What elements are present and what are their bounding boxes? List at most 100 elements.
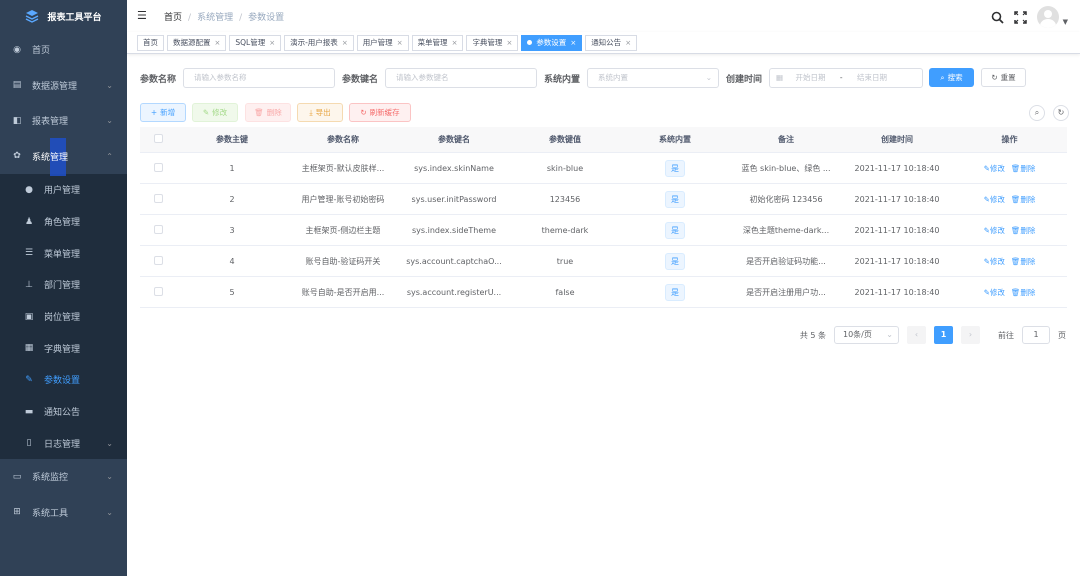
sidebar-item-label: 岗位管理 [44,313,81,324]
prev-page-button[interactable]: ‹ [907,326,926,344]
close-icon[interactable]: × [452,39,458,47]
close-icon[interactable]: × [506,39,512,47]
database-icon: ▤ [12,80,22,91]
app-logo[interactable]: 报表工具平台 [0,0,127,32]
sidebar-item-notice[interactable]: ▬ 通知公告 [0,396,127,428]
row-delete-link[interactable]: 🗑删除 [1011,288,1036,297]
submenu-system: ● 用户管理 ♟ 角色管理 ☰ 菜单管理 ⊥ 部门管理 ▣ 岗位管理 ▦ 字典管理 ✎ 参数设… [0,174,127,460]
row-delete-label: 删除 [1020,163,1036,173]
tag-config[interactable]: 参数设置 × [521,34,583,51]
sidebar-item-report[interactable]: ◧ 报表管理 ⌄ [0,103,127,139]
select-all-checkbox[interactable] [153,134,163,143]
close-icon[interactable]: × [342,39,348,47]
row-edit-link[interactable]: ✎修改 [984,164,1005,173]
date-range-picker[interactable]: ▦ 开始日期 - 结束日期 [769,68,923,88]
sidebar-item-monitor[interactable]: ▭ 系统监控 ⌄ [0,459,127,495]
row-checkbox[interactable] [153,286,163,296]
row-delete-link[interactable]: 🗑删除 [1011,226,1036,235]
reset-button[interactable]: ↻ 重置 [981,68,1026,87]
sidebar-item-label: 报表管理 [32,117,69,128]
tag-notice[interactable]: 通知公告 × [585,34,638,51]
sidebar-item-system[interactable]: ✿ 系统管理 ⌃ [0,139,127,175]
tag-user-report[interactable]: 演示-用户报表 × [284,34,354,51]
tag-datasource[interactable]: 数据源配置 × [167,34,227,51]
sidebar-item-dept[interactable]: ⊥ 部门管理 [0,269,127,301]
refresh-icon: ↻ [360,108,367,117]
chevron-down-icon: ⌄ [106,507,113,517]
row-edit-link[interactable]: ✎修改 [984,195,1005,204]
export-label: 导出 [315,108,331,117]
sidebar-item-dict[interactable]: ▦ 字典管理 [0,332,127,364]
delete-button[interactable]: 🗑 删除 [245,103,291,122]
tag-user[interactable]: 用户管理 × [356,34,409,51]
sidebar-item-menu[interactable]: ☰ 菜单管理 [0,237,127,269]
sidebar-item-home[interactable]: ◉ 首页 [0,32,127,68]
fullscreen-icon[interactable] [1013,10,1027,24]
cell-time: 2021-11-17 10:18:40 [854,163,940,173]
search-form: 参数名称 请输入参数名称 参数键名 请输入参数键名 系统内置 系统内置 ⌄ 创建时… [140,68,1070,88]
row-checkbox[interactable] [153,162,163,172]
row-edit-link[interactable]: ✎修改 [984,288,1005,297]
avatar[interactable] [1036,6,1059,28]
caret-down-icon[interactable]: ▼ [1063,18,1068,26]
cell-actions: ✎修改 🗑删除 [952,256,1067,267]
refresh-list-icon[interactable]: ↻ [1053,105,1069,121]
row-checkbox[interactable] [153,224,163,234]
row-checkbox[interactable] [153,193,163,203]
sidebar-item-datasource[interactable]: ▤ 数据源管理 ⌄ [0,68,127,104]
sidebar-item-label: 部门管理 [44,281,81,292]
page-size-select[interactable]: 10条/页 ⌄ [834,326,899,344]
sidebar-item-post[interactable]: ▣ 岗位管理 [0,301,127,333]
close-icon[interactable]: × [625,39,631,47]
select-placeholder: 系统内置 [598,73,628,82]
message-icon: ▬ [24,406,34,417]
page-number[interactable]: 1 [934,326,953,344]
sidebar-item-config[interactable]: ✎ 参数设置 [0,364,127,396]
search-toggle-icon[interactable]: ⌕ [1029,105,1045,121]
breadcrumb-sep: / [239,12,243,23]
add-button[interactable]: + 新增 [140,103,186,122]
config-key-input[interactable]: 请输入参数键名 [385,68,537,88]
close-icon[interactable]: × [215,39,221,47]
goto-page-input[interactable]: 1 [1022,326,1050,344]
hamburger-icon[interactable]: ☰ [137,10,149,21]
cell-value: 123456 [549,194,581,204]
row-delete-link[interactable]: 🗑删除 [1011,195,1036,204]
cell-id: 4 [229,256,235,266]
edit-button[interactable]: ✎ 修改 [192,103,238,122]
cell-actions: ✎修改 🗑删除 [952,194,1067,205]
col-header-value: 参数键值 [549,135,581,144]
tag-menu[interactable]: 菜单管理 × [411,34,464,51]
breadcrumb-home[interactable]: 首页 [164,13,182,23]
config-type-select[interactable]: 系统内置 ⌄ [587,68,719,88]
sidebar-item-role[interactable]: ♟ 角色管理 [0,206,127,238]
row-edit-link[interactable]: ✎修改 [984,257,1005,266]
row-delete-link[interactable]: 🗑删除 [1011,164,1036,173]
calendar-icon: ▦ [776,73,784,82]
sidebar-item-user[interactable]: ● 用户管理 [0,174,127,206]
cell-value: skin-blue [546,163,584,173]
export-button[interactable]: ⤓ 导出 [297,103,343,122]
row-edit-label: 修改 [989,194,1005,204]
monitor-icon: ▭ [12,471,22,482]
close-icon[interactable]: × [397,39,403,47]
sidebar-item-log[interactable]: ▯ 日志管理 ⌄ [0,428,127,460]
close-icon[interactable]: × [570,39,576,47]
tag-dict[interactable]: 字典管理 × [466,34,519,51]
cell-builtin: 是 [620,283,730,301]
tag-label: SQL管理 [235,38,266,47]
tag-sql[interactable]: SQL管理 × [229,34,282,51]
close-icon[interactable]: × [269,39,275,47]
search-button[interactable]: ⌕ 搜索 [929,68,974,87]
row-delete-link[interactable]: 🗑删除 [1011,257,1036,266]
next-page-button[interactable]: › [961,326,980,344]
row-checkbox[interactable] [153,255,163,265]
config-name-input[interactable]: 请输入参数名称 [183,68,335,88]
row-edit-link[interactable]: ✎修改 [984,226,1005,235]
cell-name: 账号自助-是否开启用... [301,287,385,297]
tag-home[interactable]: 首页 [137,34,164,51]
refresh-cache-button[interactable]: ↻ 刷新缓存 [349,103,411,122]
sidebar-item-tool[interactable]: ⊞ 系统工具 ⌄ [0,495,127,531]
builtin-badge: 是 [665,252,685,270]
search-icon[interactable] [991,11,1004,24]
